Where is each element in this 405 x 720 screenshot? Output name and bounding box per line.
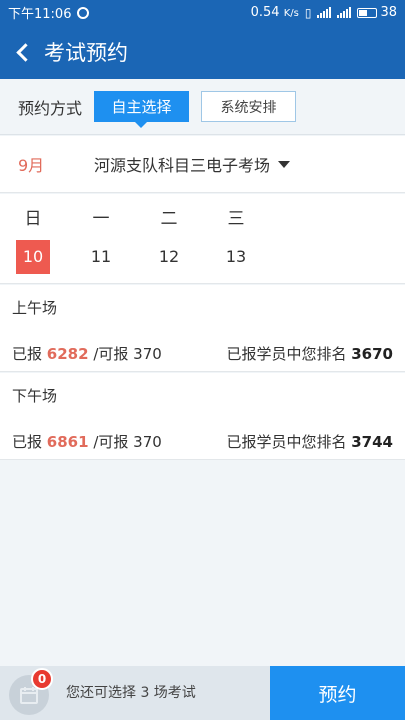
venue-name: 河源支队科目三电子考场 [94,156,271,175]
remaining-hint: 您还可选择 3 场考试 [66,685,196,701]
reported-count: 6861 [46,433,89,451]
wifi-signal-icon [337,7,352,18]
self-select-button[interactable]: 自主选择 [94,91,190,128]
chevron-left-icon [15,42,35,62]
weekday-label: 日 [24,209,42,229]
back-button[interactable] [0,25,44,79]
count-badge: 0 [31,668,53,690]
day-column[interactable]: 二 12 [152,194,186,274]
session-counts: 已报 6861 /可报 370 [12,433,162,451]
booking-mode-bar: 预约方式 自主选择 系统安排 [0,79,405,135]
clock: 下午11:06 [8,7,72,22]
network-speed: 0.54 K/s [250,5,299,20]
rank-value: 3744 [351,433,393,451]
title-bar: 考试预约 [0,25,405,79]
date-cell-selected[interactable]: 10 [16,240,50,274]
vibrate-icon: ▯ [304,5,312,20]
session-rank: 已报学员中您排名 3670 [226,345,393,363]
date-cell[interactable]: 13 [219,240,253,274]
bottom-bar: 0 您还可选择 3 场考试 预约 [0,666,405,720]
weekday-label: 一 [92,209,110,229]
session-afternoon[interactable]: 下午场 已报 6861 /可报 370 已报学员中您排名 3744 [0,373,405,460]
capacity-count: 370 [133,345,162,363]
status-bar: 下午11:06 0.54 K/s ▯ 38 [0,0,405,25]
day-column[interactable]: 三 13 [219,194,253,274]
selection-summary[interactable]: 0 您还可选择 3 场考试 [0,666,270,720]
day-column[interactable]: 一 11 [84,194,118,274]
book-button[interactable]: 预约 [270,666,405,720]
month-label: 9月 [18,156,45,175]
page-title: 考试预约 [44,41,128,65]
reported-count: 6282 [46,345,89,363]
venue-selector[interactable]: 9月 河源支队科目三电子考场 [0,136,405,193]
system-arrange-button[interactable]: 系统安排 [201,91,297,122]
session-counts: 已报 6282 /可报 370 [12,345,162,363]
session-title: 上午场 [12,299,58,317]
weekday-label: 三 [227,209,245,229]
session-rank: 已报学员中您排名 3744 [226,433,393,451]
date-cell[interactable]: 12 [152,240,186,274]
day-column[interactable]: 日 10 [16,194,50,274]
rank-value: 3670 [351,345,393,363]
session-morning[interactable]: 上午场 已报 6282 /可报 370 已报学员中您排名 3670 [0,285,405,372]
session-title: 下午场 [12,387,58,405]
date-cell[interactable]: 11 [84,240,118,274]
notification-icon [77,6,90,19]
signal-icon [317,7,332,18]
caret-down-icon [278,160,291,168]
booking-mode-label: 预约方式 [18,98,83,118]
capacity-count: 370 [133,433,162,451]
date-picker: 日 10 一 11 二 12 三 13 [0,194,405,284]
battery-icon: 38 [357,5,397,20]
weekday-label: 二 [160,209,178,229]
